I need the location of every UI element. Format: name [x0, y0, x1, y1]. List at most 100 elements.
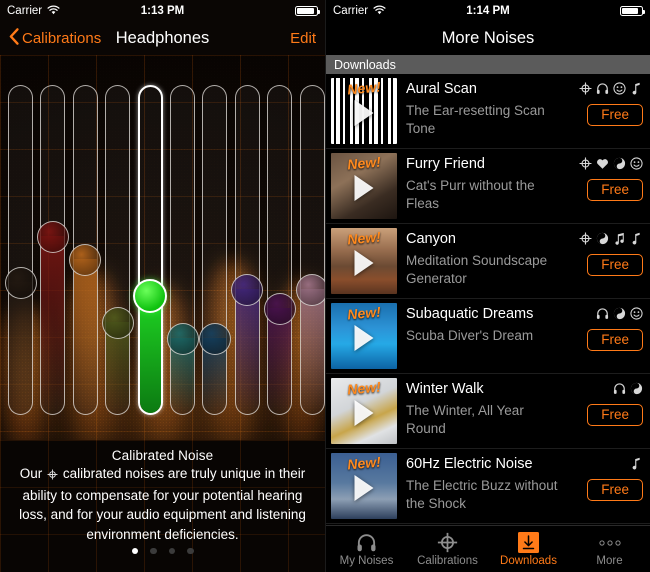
download-free-button[interactable]: Free	[587, 479, 643, 501]
equalizer-knob[interactable]	[263, 293, 296, 325]
download-free-button[interactable]: Free	[587, 179, 643, 201]
page-dot[interactable]	[131, 547, 138, 554]
equalizer-knob[interactable]	[198, 323, 231, 355]
list-item[interactable]: New! Furry Friend Cat's Purr without the F…	[326, 149, 650, 224]
music-note-icon	[630, 232, 643, 245]
tab-calibrations[interactable]: Calibrations	[407, 531, 488, 567]
list-item[interactable]: New! 60Hz Electric Noise The Electric Buzz…	[326, 449, 650, 524]
play-icon	[354, 399, 374, 426]
list-item[interactable]: New! Canyon Meditation Soundscape Generato…	[326, 224, 650, 299]
tab-bar[interactable]: My Noises Calibrations Downloads More	[326, 525, 650, 572]
music-note-icon	[630, 457, 643, 470]
section-header: Downloads	[326, 55, 650, 74]
noise-list[interactable]: New! Aural Scan The Ear-resetting Scan Ton…	[326, 74, 650, 525]
list-item[interactable]: New! Winter Walk The Winter, All Year Roun…	[326, 374, 650, 449]
list-item[interactable]: New! Aural Scan The Ear-resetting Scan Ton…	[326, 74, 650, 149]
equalizer-knob[interactable]	[296, 274, 325, 306]
status-bar-left: Carrier	[7, 5, 60, 18]
item-subtitle: Cat's Purr without the Fleas	[406, 178, 535, 211]
ellipsis-icon	[569, 531, 650, 554]
carrier-label: Carrier	[7, 5, 43, 17]
play-icon	[354, 474, 374, 501]
equalizer-knob[interactable]	[166, 323, 199, 355]
status-bar: Carrier 1:14 PM	[326, 0, 650, 22]
caption-title: Calibrated Noise	[111, 448, 214, 463]
equalizer-track[interactable]	[105, 85, 131, 415]
double-note-icon	[613, 232, 626, 245]
yinyang-icon	[596, 232, 609, 245]
item-feature-icons	[596, 305, 643, 322]
equalizer-knob[interactable]	[101, 307, 134, 339]
item-text: Winter Walk The Winter, All Year Round	[397, 378, 567, 444]
equalizer-track[interactable]	[267, 85, 293, 415]
carrier-label: Carrier	[333, 5, 369, 17]
item-thumbnail[interactable]: New!	[331, 378, 397, 444]
yinyang-icon	[613, 307, 626, 320]
headphones-icon	[596, 307, 609, 320]
tab-more[interactable]: More	[569, 531, 650, 567]
equalizer-track[interactable]	[299, 85, 325, 415]
download-icon	[488, 531, 569, 554]
item-subtitle: The Electric Buzz without the Shock	[406, 478, 558, 511]
page-title: More Noises	[441, 29, 535, 47]
list-item[interactable]: New! Subaquatic Dreams Scuba Diver's Dream…	[326, 299, 650, 374]
tab-my-noises[interactable]: My Noises	[326, 531, 407, 567]
download-free-button[interactable]: Free	[587, 329, 643, 351]
back-button[interactable]: Calibrations	[9, 28, 101, 49]
download-free-button[interactable]: Free	[587, 104, 643, 126]
battery-icon	[295, 5, 320, 17]
edit-button[interactable]: Edit	[290, 30, 316, 47]
equalizer-track[interactable]	[137, 85, 163, 415]
wifi-icon	[47, 5, 60, 18]
tab-label: My Noises	[339, 555, 394, 567]
tab-downloads[interactable]: Downloads	[488, 531, 569, 567]
item-text: Subaquatic Dreams Scuba Diver's Dream	[397, 303, 567, 369]
left-phone-screen: Carrier 1:13 PM Calibrations Headphones …	[0, 0, 325, 572]
item-text: Furry Friend Cat's Purr without the Fleas	[397, 153, 567, 219]
status-bar: Carrier 1:13 PM	[0, 0, 325, 22]
caption-body-before: Our	[19, 466, 43, 481]
page-dot[interactable]	[168, 547, 175, 554]
item-feature-icons	[630, 455, 643, 472]
calibration-caption: Calibrated Noise Our calibrated noises a…	[0, 440, 325, 572]
equalizer-knob[interactable]	[4, 267, 37, 299]
target-icon	[579, 232, 592, 245]
item-thumbnail[interactable]: New!	[331, 453, 397, 519]
item-thumbnail[interactable]: New!	[331, 303, 397, 369]
item-thumbnail[interactable]: New!	[331, 153, 397, 219]
equalizer-track[interactable]	[8, 85, 33, 415]
yinyang-icon	[613, 157, 626, 170]
item-text: Canyon Meditation Soundscape Generator	[397, 228, 567, 294]
item-feature-icons	[579, 230, 643, 247]
headphones-icon	[613, 382, 626, 395]
equalizer-track[interactable]	[170, 85, 195, 415]
page-dot[interactable]	[150, 547, 157, 554]
target-icon	[47, 466, 58, 486]
download-free-button[interactable]: Free	[587, 404, 643, 426]
equalizer-tracks[interactable]	[0, 55, 325, 440]
item-text: 60Hz Electric Noise The Electric Buzz wit…	[397, 453, 567, 519]
target-icon	[579, 157, 592, 170]
page-dots[interactable]	[0, 547, 325, 554]
equalizer-track[interactable]	[234, 85, 260, 415]
target-icon	[579, 82, 592, 95]
item-actions: Free	[567, 228, 643, 294]
download-free-button[interactable]: Free	[587, 254, 643, 276]
item-title: Canyon	[406, 231, 456, 247]
equalizer-knob[interactable]	[36, 221, 69, 253]
page-dot[interactable]	[187, 547, 194, 554]
item-feature-icons	[613, 380, 643, 397]
item-thumbnail[interactable]: New!	[331, 78, 397, 144]
status-bar-left: Carrier	[333, 5, 386, 18]
smiley-icon	[630, 157, 643, 170]
play-icon	[354, 249, 374, 276]
item-thumbnail[interactable]: New!	[331, 228, 397, 294]
heart-icon	[596, 157, 609, 170]
equalizer-track-fill	[300, 289, 324, 414]
equalizer-knob[interactable]	[133, 279, 168, 313]
music-note-icon	[630, 82, 643, 95]
equalizer-track[interactable]	[202, 85, 228, 415]
tab-label: More	[596, 555, 623, 567]
item-actions: Free	[567, 378, 643, 444]
item-subtitle: Scuba Diver's Dream	[406, 328, 534, 343]
